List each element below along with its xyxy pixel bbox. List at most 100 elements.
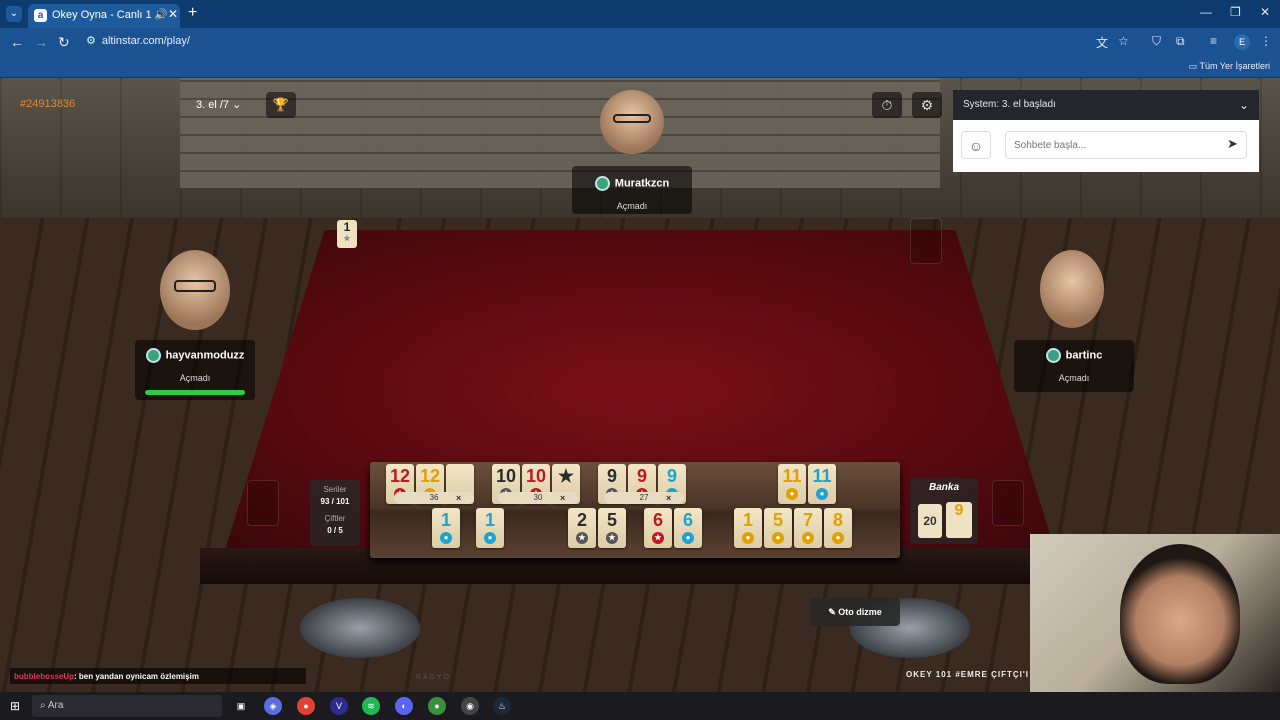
discard-slot-right[interactable] [992,480,1024,526]
translate-icon[interactable]: 文 [1096,34,1108,51]
spotify-icon[interactable]: ≋ [362,697,380,715]
chat-input[interactable] [1005,131,1247,159]
task-view-icon[interactable]: ▣ [232,697,250,715]
app: { "browser": { "tab_title": "Okey Oyna -… [0,0,1280,720]
shield-icon[interactable]: ⛉ [1152,34,1161,49]
browser-tab-bar: ⌄ a Okey Oyna - Canlı 101 Okey 🔊 ✕ + — ❐… [0,0,1280,28]
rack-tile[interactable]: 2 ★ [568,508,596,548]
tab-list-button[interactable]: ⌄ [6,6,22,22]
extensions-icon[interactable]: ⧉ [1176,34,1185,49]
turn-timer-bar [145,390,245,395]
star-icon: ★ [343,234,351,243]
chrome-icon[interactable]: ● [297,697,315,715]
all-bookmarks-button[interactable]: ▭ Tüm Yer İşaretleri [1189,61,1270,72]
app-v-icon[interactable]: V [330,697,348,715]
back-icon[interactable]: ← [10,34,24,50]
copilot-icon[interactable]: ◈ [264,697,282,715]
left-player-card[interactable]: hayvanmoduzz Açmadı [135,348,255,383]
rack-tile[interactable]: 1 ● [476,508,504,548]
reload-icon[interactable]: ↻ [58,34,70,51]
browser-tab[interactable]: a Okey Oyna - Canlı 101 Okey 🔊 ✕ [28,4,180,28]
rack-tile[interactable]: 11 ● [778,464,806,504]
new-tab-button[interactable]: + [188,4,197,22]
stream-chat-user: bubblebosseUp [14,672,75,681]
left-player-status: Açmadı [179,373,211,383]
stats-panel: Seriler 93 / 101 Çiftler 0 / 5 [310,480,360,546]
tile-value: 12 [419,466,441,486]
rack-tile[interactable]: 6 ★ [644,508,672,548]
send-icon[interactable]: ➤ [1227,136,1238,152]
meld-total-value: 30 [533,493,543,502]
all-bookmarks-label: Tüm Yer İşaretleri [1199,61,1270,71]
chat-header[interactable]: System: 3. el başladı ⌄ [953,90,1259,120]
profile-avatar[interactable]: E [1234,34,1250,50]
meld-cancel-icon[interactable]: × [560,493,565,503]
bookmark-star-icon[interactable]: ☆ [1118,34,1129,48]
series-label: Seriler [323,485,347,494]
tile-value: 11 [782,466,802,486]
close-tab-icon[interactable]: ✕ [168,7,178,21]
round-selector[interactable]: 3. el /7 ⌄ [196,98,241,111]
right-player-name: bartinc [1065,349,1103,362]
taskbar-search[interactable]: ⌕ Ara [32,695,222,717]
menu-icon[interactable]: ⋮ [1260,34,1272,48]
meld-cancel-icon[interactable]: × [666,493,671,503]
round-label: 3. el /7 [196,99,230,111]
tile-symbol-icon: ● [786,488,798,500]
tile-value: 6 [652,510,663,530]
tile-value: 12 [389,466,411,486]
emoji-button[interactable]: ☺ [961,131,991,159]
tile-value: 5 [772,510,783,530]
meld-total-value: 36 [429,493,439,502]
top-player-card[interactable]: Muratkzcn Açmadı [572,176,692,211]
discord-icon[interactable]: ◐ [395,697,413,715]
rack-tile[interactable]: 8 ● [824,508,852,548]
rack-tile[interactable]: 5 ★ [598,508,626,548]
radio-label: RADYO [416,674,451,681]
close-window-icon[interactable]: ✕ [1260,5,1270,19]
speaker-icon[interactable]: 🔊 [154,8,168,21]
wand-icon: ✎ [828,607,839,617]
tile-value: 6 [682,510,693,530]
windows-start-icon[interactable]: ⊞ [10,699,20,713]
pairs-value: 0 / 5 [327,526,343,535]
chat-body: ☺ ➤ [953,120,1259,172]
stream-chat-text: : ben yandan oynicam özlemişim [74,672,199,681]
url-field[interactable]: ⚙ altinstar.com/play/ [86,34,190,47]
meld-total-value: 27 [639,493,649,502]
site-favicon-icon: a [34,9,47,22]
meld-cancel-icon[interactable]: × [456,493,461,503]
tile-value: 7 [802,510,813,530]
discard-slot-left[interactable] [247,480,279,526]
auto-arrange-button[interactable]: ✎ Oto dizme [810,598,900,626]
forward-icon[interactable]: → [34,34,48,50]
discard-slot-top-right[interactable] [910,218,942,264]
bookmarks-bar: ▭ Tüm Yer İşaretleri [0,56,1280,78]
rack-tile[interactable]: 5 ● [764,508,792,548]
taskbar-search-label: Ara [47,700,64,711]
trophy-button[interactable]: 🏆 [266,92,296,118]
chevron-down-icon[interactable]: ⌄ [1239,98,1249,112]
steam-icon[interactable]: ♨ [493,697,511,715]
rack-tile[interactable]: 1 ● [734,508,762,548]
chrome-active-icon[interactable]: ● [428,697,446,715]
tile-value: 9 [606,466,617,486]
restore-icon[interactable]: ❐ [1230,5,1241,19]
media-icon[interactable]: ≡ [1210,34,1217,48]
left-player-name: hayvanmoduzz [165,349,245,362]
timer-button[interactable]: ⏱ [872,92,902,118]
tile-symbol-icon: ● [816,488,828,500]
rack-tile[interactable]: 6 ● [674,508,702,548]
rack-tile[interactable]: 1 ● [432,508,460,548]
minimize-icon[interactable]: — [1200,5,1212,19]
tile-value: ★ [557,466,575,486]
search-icon: ⌕ [40,700,48,711]
obs-icon[interactable]: ◉ [461,697,479,715]
right-player-card[interactable]: bartinc Açmadı [1014,348,1134,383]
settings-button[interactable]: ⚙ [912,92,942,118]
top-player-status: Açmadı [616,201,648,211]
rack-tile[interactable]: 11 ● [808,464,836,504]
bank-top-tile[interactable]: 9 [946,502,972,538]
site-info-icon[interactable]: ⚙ [86,35,96,47]
rack-tile[interactable]: 7 ● [794,508,822,548]
